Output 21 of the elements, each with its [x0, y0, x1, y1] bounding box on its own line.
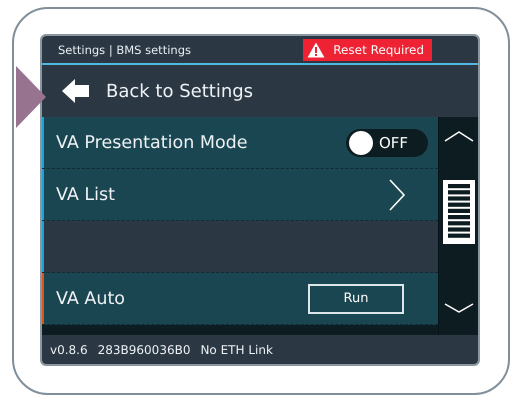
- version-text: v0.8.6: [50, 342, 88, 356]
- serial-text: 283B960036B0: [98, 342, 190, 356]
- row-label: VA List: [56, 184, 116, 204]
- scroll-thumb[interactable]: [442, 180, 474, 244]
- row-label: VA Presentation Mode: [56, 132, 249, 152]
- settings-row[interactable]: VA List: [42, 169, 438, 221]
- alert-text: Reset Required: [333, 42, 424, 56]
- scroll-up-icon[interactable]: [442, 129, 474, 143]
- run-button[interactable]: Run: [308, 284, 404, 314]
- settings-row[interactable]: VA Presentation Mode OFF: [42, 117, 438, 169]
- row-label: VA Auto: [56, 288, 126, 308]
- pointer-triangle-icon: [16, 66, 46, 128]
- settings-row[interactable]: VA Auto Run: [42, 273, 438, 325]
- warning-icon: [307, 42, 326, 58]
- back-arrow-icon: [62, 79, 90, 103]
- network-status: No ETH Link: [200, 342, 273, 356]
- breadcrumb: Settings | BMS settings: [58, 42, 191, 56]
- scroll-down-icon[interactable]: [442, 301, 474, 315]
- toggle-switch[interactable]: OFF: [346, 128, 428, 156]
- chevron-right-icon: [388, 178, 406, 210]
- back-button[interactable]: Back to Settings: [42, 65, 478, 117]
